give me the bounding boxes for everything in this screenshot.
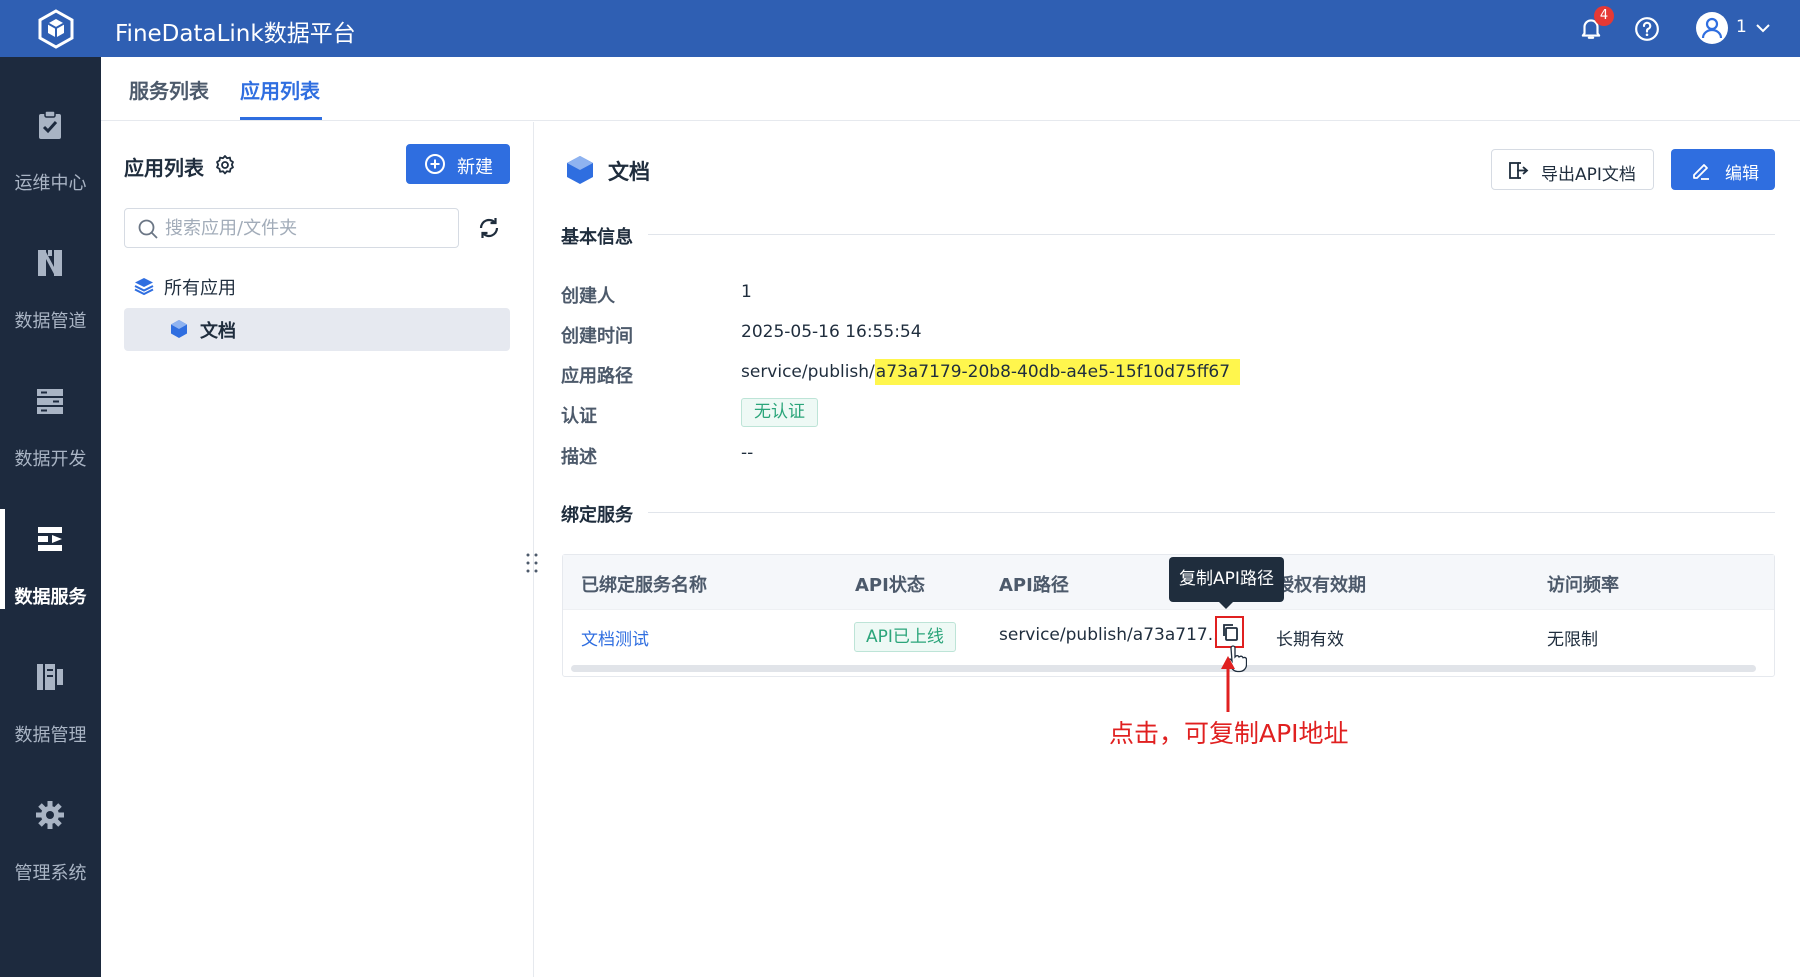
auth-label: 认证 [561, 406, 597, 427]
side-nav: 运维中心 数据管道 数据开发 数据服务 数据管理 管理系统 [0, 57, 101, 977]
rate-cell: 无限制 [1547, 630, 1598, 650]
nav-label: 数据管理 [14, 725, 87, 746]
search-box[interactable] [124, 208, 459, 248]
tree-root-label: 所有应用 [164, 278, 236, 299]
nav-label: 数据管道 [14, 311, 87, 332]
tab-service-list[interactable]: 服务列表 [129, 75, 209, 104]
bound-services-title: 绑定服务 [561, 505, 633, 526]
new-button-label: 新建 [457, 157, 493, 178]
nav-item-data-manage[interactable]: 数据管理 [0, 609, 101, 749]
active-tab-indicator [240, 117, 322, 120]
refresh-icon[interactable] [476, 215, 502, 241]
notification-badge: 4 [1594, 6, 1614, 26]
nav-item-admin[interactable]: 管理系统 [0, 747, 101, 887]
service-name-link[interactable]: 文档测试 [581, 625, 649, 650]
nav-label: 数据开发 [14, 449, 87, 470]
tab-bar: 服务列表 应用列表 [101, 57, 1800, 121]
app-path-id-highlight: a73a7179-20b8-40db-a4e5-15f10d75ff67 [874, 359, 1241, 385]
nav-item-data-pipeline[interactable]: 数据管道 [0, 195, 101, 335]
search-input[interactable] [165, 216, 450, 240]
panel-resize-handle-icon[interactable] [525, 552, 539, 574]
chevron-down-icon[interactable] [1754, 19, 1772, 37]
copy-api-path-button[interactable] [1215, 616, 1244, 648]
column-header: API状态 [855, 575, 925, 596]
user-name[interactable]: 1 [1736, 17, 1747, 37]
column-header: 访问频率 [1547, 575, 1619, 596]
app-cube-icon [567, 156, 593, 184]
layers-icon [134, 278, 154, 296]
column-header: API路径 [999, 575, 1069, 596]
search-icon [138, 219, 158, 239]
annotation-arrow-icon [1221, 656, 1235, 712]
created-time-value: 2025-05-16 16:55:54 [741, 322, 922, 342]
nav-item-data-dev[interactable]: 数据开发 [0, 333, 101, 473]
clipboard-check-icon [39, 110, 61, 139]
table-row: 文档测试 API已上线 service/publish/a73a717... 长… [563, 609, 1774, 662]
api-status-badge: API已上线 [854, 622, 956, 652]
creator-value: 1 [741, 282, 752, 302]
panel-title: 应用列表 [124, 156, 204, 180]
tree-item-label: 文档 [200, 321, 236, 342]
data-manage-icon [37, 664, 63, 690]
horizontal-scrollbar[interactable] [571, 665, 1756, 672]
app-path-value: service/publish/a73a7179-20b8-40db-a4e5-… [741, 359, 1241, 385]
basic-info-title: 基本信息 [561, 227, 633, 248]
copy-path-tooltip: 复制API路径 [1169, 557, 1284, 602]
copy-icon [1223, 624, 1238, 641]
nav-item-data-service[interactable]: 数据服务 [0, 471, 101, 611]
auth-status-badge: 无认证 [741, 398, 818, 427]
creator-label: 创建人 [561, 286, 615, 307]
api-path-cell: service/publish/a73a717... [999, 625, 1224, 645]
app-logo-icon[interactable] [36, 9, 76, 49]
description-value: -- [741, 443, 754, 463]
settings-gear-icon[interactable] [213, 153, 237, 177]
section-divider [648, 512, 1775, 513]
cube-icon [171, 320, 187, 338]
nav-label: 管理系统 [14, 863, 87, 884]
app-path-label: 应用路径 [561, 366, 633, 387]
app-list-panel: 应用列表 新建 所有应用 [101, 122, 534, 977]
user-icon [1701, 17, 1723, 39]
created-time-label: 创建时间 [561, 326, 633, 347]
help-icon[interactable] [1634, 16, 1660, 42]
annotation-text: 点击，可复制API地址 [1109, 719, 1349, 748]
tab-app-list[interactable]: 应用列表 [240, 75, 320, 104]
export-button-label: 导出API文档 [1541, 165, 1636, 185]
tree-item-document[interactable]: 文档 [124, 308, 510, 351]
tooltip-arrow [1218, 601, 1234, 609]
section-divider [648, 234, 1775, 235]
user-avatar[interactable] [1696, 12, 1728, 44]
pipeline-icon [38, 250, 62, 276]
export-api-doc-button[interactable]: 导出API文档 [1491, 149, 1654, 190]
column-header: 已绑定服务名称 [581, 575, 707, 596]
nav-label: 运维中心 [14, 173, 87, 194]
edit-pencil-icon [1693, 164, 1709, 180]
column-header: 授权有效期 [1276, 575, 1366, 596]
app-path-prefix: service/publish/ [741, 362, 875, 382]
nav-label: 数据服务 [14, 587, 87, 608]
validity-cell: 长期有效 [1276, 630, 1344, 650]
app-detail-title: 文档 [608, 160, 650, 184]
app-title: FineDataLink数据平台 [115, 21, 356, 47]
edit-button-label: 编辑 [1725, 164, 1759, 184]
top-bar: FineDataLink数据平台 4 1 [0, 0, 1800, 57]
plus-circle-icon [425, 154, 445, 174]
data-dev-icon [37, 389, 63, 414]
new-app-button[interactable]: 新建 [406, 144, 510, 184]
edit-button[interactable]: 编辑 [1671, 149, 1775, 190]
description-label: 描述 [561, 447, 597, 468]
gear-icon [36, 801, 64, 829]
nav-item-ops-center[interactable]: 运维中心 [0, 57, 101, 197]
data-service-icon [38, 527, 62, 551]
export-icon [1509, 162, 1529, 179]
